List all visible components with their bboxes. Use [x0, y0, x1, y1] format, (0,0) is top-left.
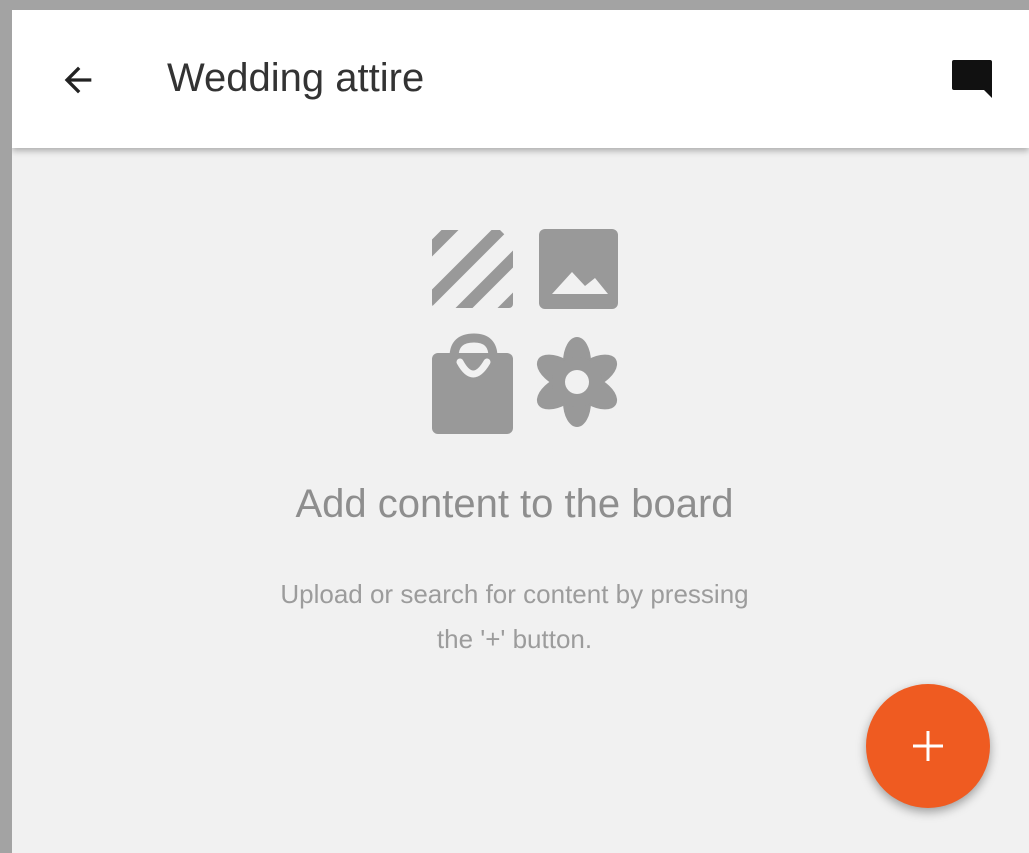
- arrow-back-icon: [64, 66, 92, 94]
- plus-icon: [913, 731, 943, 761]
- back-button[interactable]: [50, 52, 106, 108]
- shopping-bag-icon: [432, 333, 513, 434]
- comment-icon: [952, 60, 992, 98]
- empty-state-illustration: [430, 228, 624, 434]
- app-bar: Wedding attire: [12, 10, 1029, 148]
- empty-state-subtitle-line1: Upload or search for content by pressing: [280, 579, 749, 609]
- comment-button[interactable]: [942, 50, 1002, 110]
- empty-state-subtitle: Upload or search for content by pressing…: [12, 572, 1029, 662]
- page-title: Wedding attire: [167, 56, 425, 100]
- board-screen: Wedding attire Add content to the board …: [12, 10, 1029, 853]
- empty-state-subtitle-line2: the '+' button.: [436, 624, 593, 654]
- empty-state-title: Add content to the board: [295, 482, 734, 526]
- image-icon: [539, 229, 618, 309]
- add-content-button[interactable]: [866, 684, 990, 808]
- stripes-pattern-icon: [432, 230, 513, 308]
- flower-icon: [536, 337, 618, 427]
